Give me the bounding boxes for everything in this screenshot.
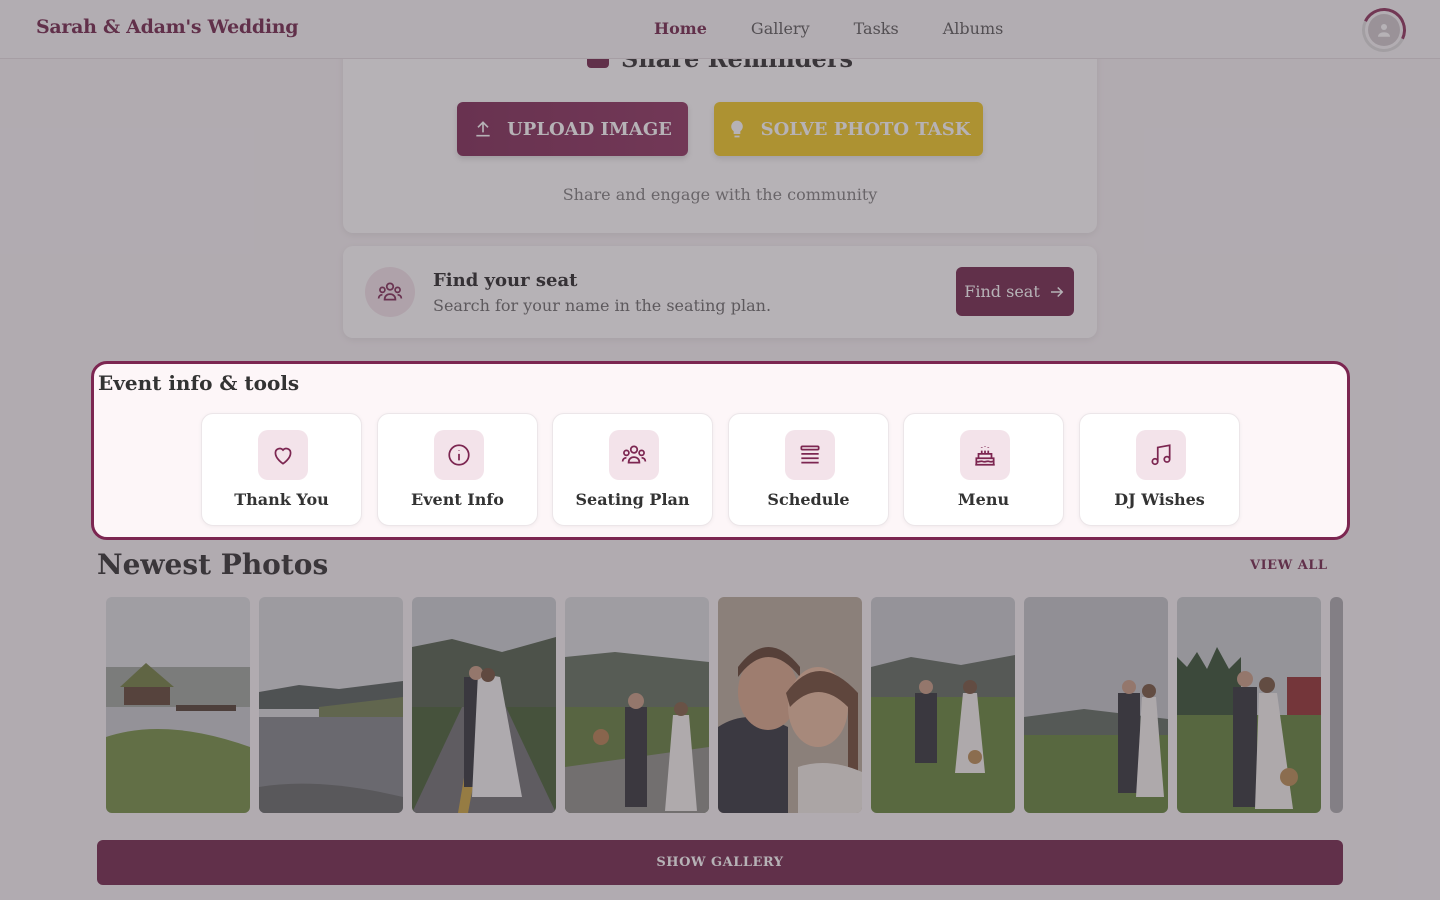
photo-image	[1024, 597, 1168, 813]
tool-label: Menu	[957, 490, 1010, 509]
photo-thumbnail[interactable]	[1177, 597, 1321, 813]
upload-icon	[476, 121, 490, 137]
tool-menu[interactable]: Menu	[903, 413, 1064, 526]
info-icon	[434, 430, 484, 480]
arrow-right-icon	[1050, 286, 1064, 297]
user-icon	[1368, 14, 1400, 46]
find-seat-button[interactable]: Find seat	[956, 267, 1074, 316]
show-gallery-button[interactable]: SHOW GALLERY	[97, 840, 1343, 885]
photo-thumbnail[interactable]	[871, 597, 1015, 813]
tools-heading: Event info & tools	[98, 371, 300, 395]
brand-title[interactable]: Sarah & Adam's Wedding	[36, 16, 299, 38]
people-icon	[365, 267, 415, 317]
photo-thumbnail[interactable]	[1330, 597, 1343, 813]
photo-thumbnail[interactable]	[259, 597, 403, 813]
share-subtitle: Share and engage with the community	[562, 185, 878, 204]
tool-event-info[interactable]: Event Info	[377, 413, 538, 526]
photo-thumbnail[interactable]	[412, 597, 556, 813]
find-seat-subtitle: Search for your name in the seating plan…	[433, 296, 772, 315]
photo-carousel[interactable]	[106, 597, 1343, 813]
find-seat-card: Find your seat Search for your name in t…	[343, 246, 1097, 338]
photo-thumbnail[interactable]	[106, 597, 250, 813]
tool-seating-plan[interactable]: Seating Plan	[552, 413, 713, 526]
music-note-icon	[1136, 430, 1186, 480]
heart-icon	[258, 430, 308, 480]
view-all-link[interactable]: VIEW ALL	[1250, 558, 1328, 573]
solve-photo-task-button[interactable]: SOLVE PHOTO TASK	[714, 102, 983, 156]
tool-label: Schedule	[767, 490, 850, 509]
tool-dj-wishes[interactable]: DJ Wishes	[1079, 413, 1240, 526]
photo-image	[565, 597, 709, 813]
list-icon	[785, 430, 835, 480]
find-seat-title: Find your seat	[433, 270, 578, 291]
tool-schedule[interactable]: Schedule	[728, 413, 889, 526]
lightbulb-icon	[730, 120, 743, 138]
photo-image	[871, 597, 1015, 813]
user-avatar-button[interactable]	[1355, 1, 1413, 59]
photo-image	[718, 597, 862, 813]
people-icon	[609, 430, 659, 480]
event-info-tools-panel: Event info & tools Thank You Event Info …	[91, 361, 1350, 540]
nav-tasks[interactable]: Tasks	[854, 19, 899, 38]
tool-label: DJ Wishes	[1114, 490, 1205, 509]
nav-home[interactable]: Home	[654, 19, 707, 38]
photo-image	[259, 597, 403, 813]
top-navigation-bar: Sarah & Adam's Wedding Home Gallery Task…	[0, 0, 1440, 59]
photo-image	[1330, 597, 1343, 813]
tool-thank-you[interactable]: Thank You	[201, 413, 362, 526]
tool-label: Event Info	[411, 490, 504, 509]
photo-thumbnail[interactable]	[565, 597, 709, 813]
nav-albums[interactable]: Albums	[943, 19, 1004, 38]
photo-thumbnail[interactable]	[718, 597, 862, 813]
newest-photos-heading: Newest Photos	[97, 548, 329, 581]
upload-image-button[interactable]: UPLOAD IMAGE	[457, 102, 688, 156]
photo-image	[1177, 597, 1321, 813]
photo-image	[106, 597, 250, 813]
cake-icon	[960, 430, 1010, 480]
photo-image	[412, 597, 556, 813]
tool-label: Seating Plan	[575, 490, 690, 509]
nav-gallery[interactable]: Gallery	[751, 19, 810, 38]
main-nav: Home Gallery Tasks Albums	[654, 19, 1047, 38]
tool-label: Thank You	[234, 490, 329, 509]
photo-thumbnail[interactable]	[1024, 597, 1168, 813]
